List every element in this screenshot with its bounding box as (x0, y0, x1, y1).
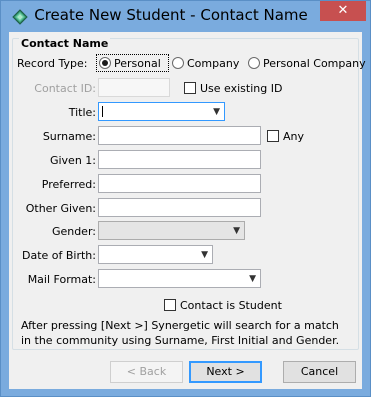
mail-format-select[interactable]: ▼ (98, 269, 261, 288)
radio-personal-company-label[interactable]: Personal Company (263, 57, 366, 70)
chevron-down-icon: ▼ (213, 107, 220, 117)
dob-label: Date of Birth: (21, 249, 96, 262)
text-caret (102, 106, 103, 117)
surname-label: Surname: (42, 130, 96, 143)
dob-picker[interactable]: ▼ (98, 245, 213, 264)
use-existing-id-label[interactable]: Use existing ID (200, 82, 282, 95)
surname-input[interactable] (98, 126, 261, 145)
next-button[interactable]: Next > (189, 361, 262, 383)
group-title: Contact Name (19, 37, 111, 50)
dialog-window: Create New Student - Contact Name ✕ Cont… (0, 0, 371, 397)
chevron-down-icon: ▼ (201, 250, 208, 260)
mail-format-label: Mail Format: (27, 273, 96, 286)
radio-company-label[interactable]: Company (187, 57, 239, 70)
radio-personal-company[interactable] (248, 57, 260, 69)
other-given-input[interactable] (98, 198, 261, 217)
chevron-down-icon: ▼ (249, 274, 256, 284)
radio-personal-label[interactable]: Personal (114, 57, 161, 70)
close-icon: ✕ (337, 3, 349, 18)
back-button[interactable]: < Back (110, 361, 183, 383)
contact-name-group: Contact Name Record Type: Personal Compa… (12, 37, 366, 350)
contact-id-label: Contact ID: (34, 82, 96, 95)
given1-label: Given 1: (49, 154, 96, 167)
info-text: After pressing [Next >] Synergetic will … (21, 319, 340, 347)
use-existing-id-checkbox[interactable] (184, 82, 196, 94)
contact-is-student-label[interactable]: Contact is Student (180, 299, 282, 312)
title-bar[interactable]: Create New Student - Contact Name ✕ (1, 1, 370, 31)
other-given-label: Other Given: (25, 202, 96, 215)
contact-is-student-checkbox[interactable] (164, 299, 176, 311)
title-label: Title: (68, 106, 96, 119)
any-checkbox[interactable] (267, 130, 279, 142)
radio-personal[interactable] (99, 57, 111, 69)
cancel-button[interactable]: Cancel (283, 361, 356, 383)
contact-id-field (98, 78, 170, 97)
any-label[interactable]: Any (283, 130, 304, 143)
preferred-label: Preferred: (41, 178, 96, 191)
dialog-body: Contact Name Record Type: Personal Compa… (9, 32, 366, 389)
given1-input[interactable] (98, 150, 261, 169)
title-select[interactable]: ▼ (98, 102, 225, 121)
close-button[interactable]: ✕ (320, 1, 366, 21)
radio-company[interactable] (172, 57, 184, 69)
gender-select[interactable]: ▼ (98, 221, 245, 240)
chevron-down-icon: ▼ (233, 226, 240, 236)
preferred-input[interactable] (98, 174, 261, 193)
window-title: Create New Student - Contact Name (34, 6, 308, 24)
gender-label: Gender: (51, 225, 96, 238)
record-type-label: Record Type: (17, 57, 88, 70)
